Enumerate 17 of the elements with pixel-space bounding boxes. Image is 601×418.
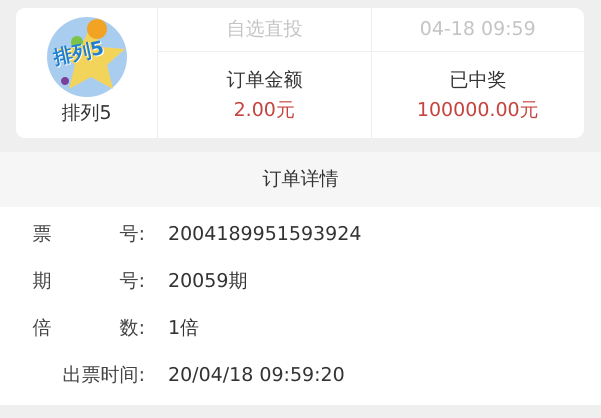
prize-label: 已中奖 [449,68,506,92]
field-value: 1倍 [168,316,200,342]
lottery-name: 排列5 [61,101,112,126]
amount-value: 2.00元 [234,98,295,123]
field-label: 期 号: [32,269,145,294]
prize-value: 100000.00元 [416,98,539,123]
logo-text: 排列5 [50,36,106,72]
section-title: 订单详情 [262,167,338,192]
field-label: 倍 数: [32,316,145,342]
amount-label: 订单金额 [226,68,302,92]
field-label: 票 号: [32,222,145,248]
play-type: 自选直投 [158,8,370,52]
field-label: 出票时间: [62,363,145,388]
field-value: 20/04/18 09:59:20 [168,363,345,388]
field-value: 2004189951593924 [168,222,362,248]
field-value: 20059期 [168,269,248,294]
order-time: 04-18 09:59 [372,8,584,52]
